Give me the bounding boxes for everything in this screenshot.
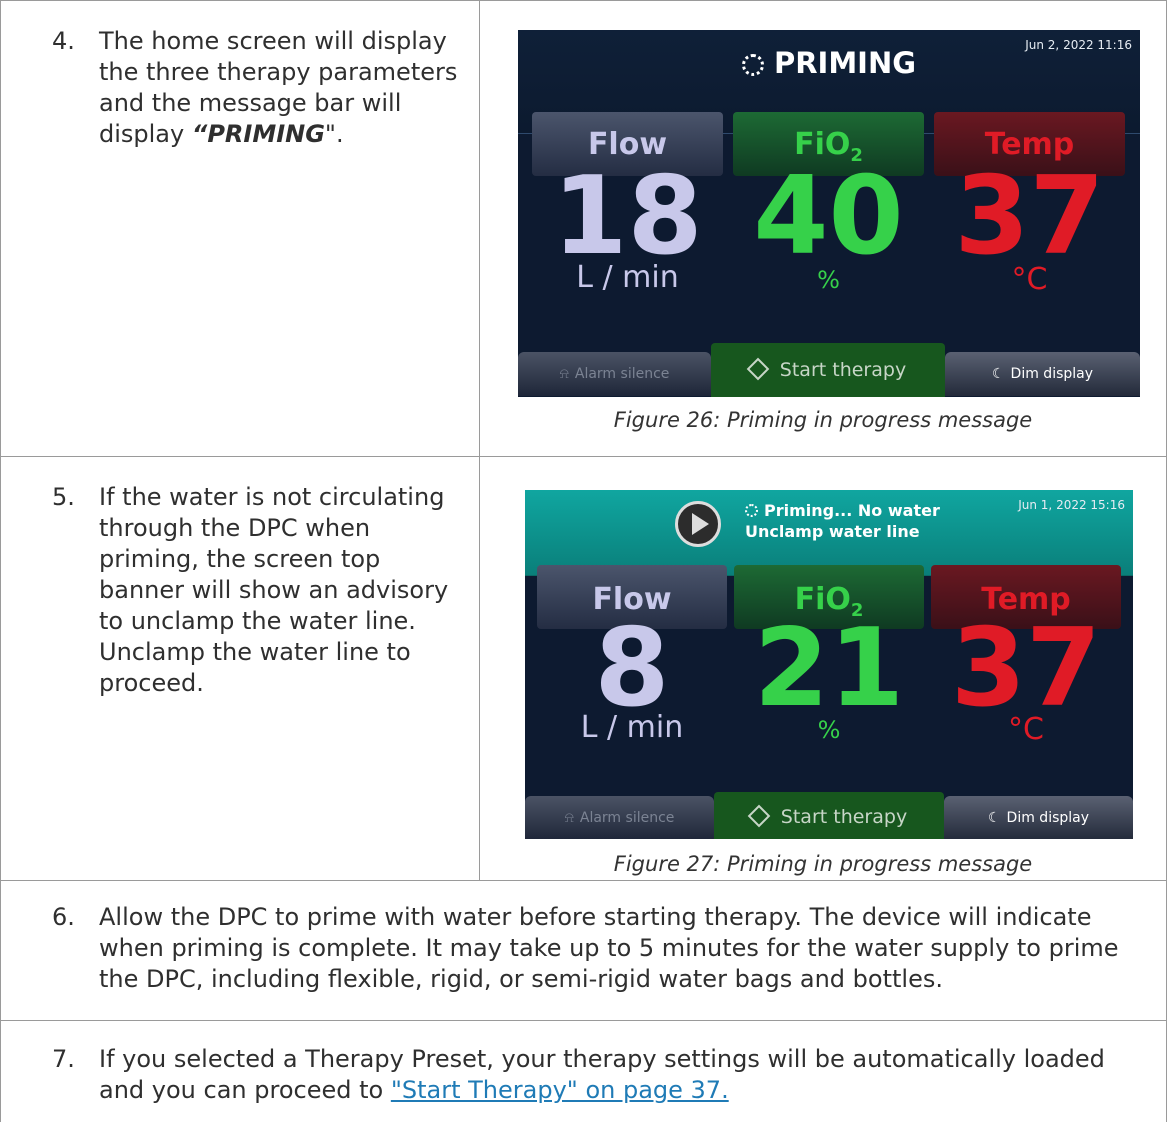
instructions-table: 4. The home screen will display the thre… (0, 0, 1167, 1122)
moon-icon: ☾ (987, 810, 1001, 826)
fio2-value: 21 (753, 606, 905, 731)
figure-27-caption: Figure 27: Priming in progress message (613, 852, 1033, 876)
spinner-icon (745, 504, 758, 517)
date-time: Jun 1, 2022 15:16 (1018, 498, 1125, 512)
fio2-value: 40 (753, 154, 904, 279)
fio2-unit: % (817, 716, 841, 744)
flow-unit: L / min (576, 260, 679, 295)
dim-display-button[interactable]: ☾ Dim display (944, 796, 1133, 839)
step-text: The home screen will display the three t… (99, 27, 458, 148)
no-water-screen: Priming... No water Unclamp water line J… (525, 490, 1133, 839)
moon-icon: ☾ (991, 366, 1005, 382)
row-divider (0, 880, 1167, 881)
alarm-silence-button[interactable]: ⍾ Alarm silence (518, 352, 711, 396)
play-icon[interactable] (675, 501, 721, 547)
start-diamond-icon (747, 804, 771, 828)
step-text: Allow the DPC to prime with water before… (99, 903, 1119, 993)
table-border-top (0, 0, 1167, 1)
flow-value: 8 (594, 606, 670, 731)
date-time: Jun 2, 2022 11:16 (1025, 38, 1132, 52)
advisory-banner: Priming... No water Unclamp water line J… (525, 490, 1133, 576)
dim-display-button[interactable]: ☾ Dim display (945, 352, 1140, 396)
step-number: 7. (52, 1045, 75, 1073)
start-diamond-icon (746, 357, 770, 381)
temp-unit: °C (1011, 262, 1048, 297)
temp-value: 37 (950, 606, 1102, 731)
row-divider (0, 1020, 1167, 1021)
priming-screen: PRIMING Jun 2, 2022 11:16 Flow FiO2 Temp… (518, 30, 1140, 397)
start-therapy-button[interactable]: Start therapy (714, 792, 944, 839)
table-border-left (0, 0, 1, 1122)
flow-value: 18 (552, 154, 703, 279)
step-text: If the water is not circulating through … (99, 483, 449, 697)
alarm-silence-button[interactable]: ⍾ Alarm silence (525, 796, 714, 839)
column-divider (479, 0, 480, 880)
step-number: 6. (52, 903, 75, 931)
temp-unit: °C (1008, 712, 1044, 747)
start-therapy-button[interactable]: Start therapy (711, 343, 945, 397)
temp-value: 37 (954, 154, 1105, 279)
start-therapy-page-link[interactable]: "Start Therapy" on page 37. (391, 1076, 729, 1104)
step-number: 4. (52, 27, 75, 55)
alarm-silence-icon: ⍾ (559, 366, 569, 382)
advisory-message: Priming... No water Unclamp water line (745, 501, 940, 541)
spinner-icon (741, 54, 764, 76)
step-number: 5. (52, 483, 75, 511)
alarm-silence-icon: ⍾ (564, 810, 574, 826)
step-text: If you selected a Therapy Preset, your t… (99, 1045, 1105, 1104)
fio2-unit: % (817, 266, 840, 294)
priming-emphasis: “PRIMING (191, 120, 325, 148)
figure-26-caption: Figure 26: Priming in progress message (613, 408, 1033, 432)
flow-unit: L / min (580, 710, 684, 745)
row-divider (0, 456, 1167, 457)
